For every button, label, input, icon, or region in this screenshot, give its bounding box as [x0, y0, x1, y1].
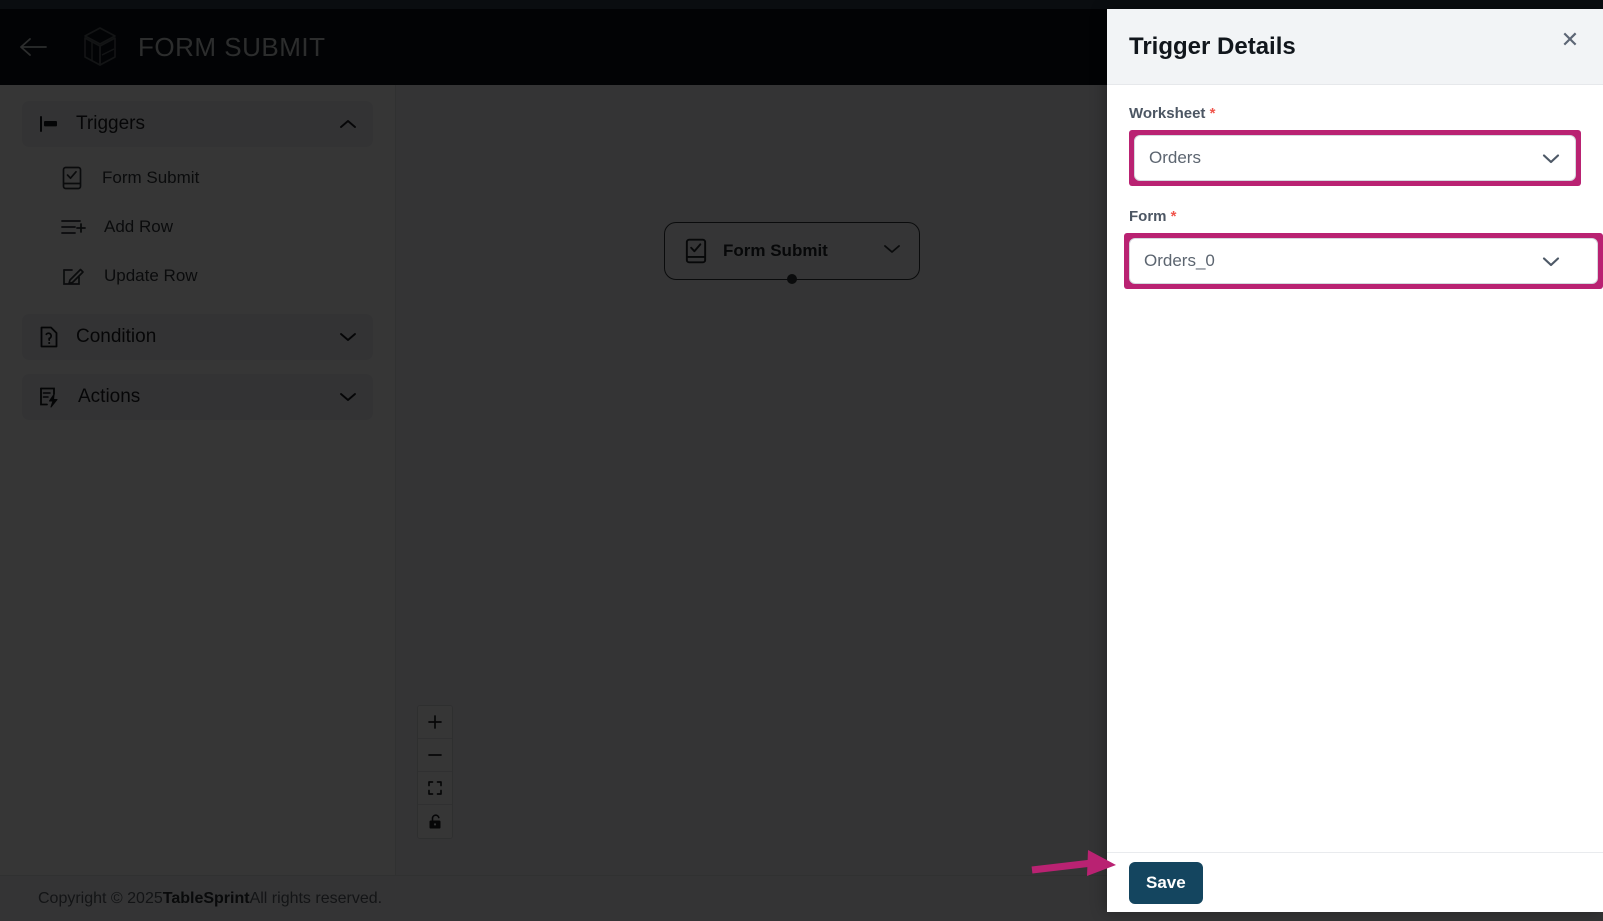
- chevron-down-icon[interactable]: [1541, 251, 1561, 271]
- worksheet-select[interactable]: Orders: [1134, 135, 1576, 181]
- chevron-down-icon[interactable]: [883, 242, 901, 260]
- sidebar-item-label: Update Row: [104, 265, 198, 285]
- connection-dot[interactable]: [787, 274, 797, 284]
- sidebar-group-triggers: Triggers Form Submit Add Row Update Row: [22, 101, 373, 300]
- canvas-node-form-submit[interactable]: Form Submit: [664, 222, 920, 284]
- sidebar-item-add-row[interactable]: Add Row: [22, 202, 373, 251]
- sidebar: Triggers Form Submit Add Row Update Row …: [0, 85, 396, 921]
- field-worksheet: Worksheet * Orders: [1129, 105, 1581, 186]
- label-text: Worksheet: [1129, 105, 1206, 122]
- sidebar-item-label: Add Row: [104, 216, 173, 236]
- page-title: FORM SUBMIT: [138, 31, 326, 62]
- zoom-in-button[interactable]: [418, 706, 452, 739]
- browser-top-strip: [0, 0, 1603, 9]
- sidebar-group-header-triggers[interactable]: Triggers: [22, 101, 373, 147]
- footer-prefix: Copyright © 2025: [38, 889, 163, 907]
- drawer-footer: Save: [1107, 852, 1603, 912]
- back-button[interactable]: [12, 25, 56, 69]
- lock-toggle-button[interactable]: [418, 805, 452, 838]
- form-submit-icon: [62, 166, 82, 189]
- fit-view-icon: [428, 781, 442, 795]
- sidebar-group-label: Actions: [78, 386, 141, 407]
- cube-logo-icon: [80, 26, 120, 68]
- lock-open-icon: [429, 814, 441, 829]
- highlight-box-form: Orders_0: [1124, 233, 1603, 289]
- sidebar-item-form-submit[interactable]: Form Submit: [22, 153, 373, 202]
- close-icon[interactable]: ✕: [1557, 27, 1583, 53]
- field-label-form: Form *: [1129, 208, 1581, 225]
- label-text: Form: [1129, 208, 1167, 225]
- sidebar-item-label: Form Submit: [102, 167, 200, 187]
- trigger-flag-icon: [40, 116, 57, 132]
- sidebar-group-label: Triggers: [76, 113, 145, 134]
- drawer-body: Worksheet * Orders Form * Orders_0: [1107, 85, 1603, 852]
- form-submit-icon: [685, 238, 707, 264]
- chevron-up-icon[interactable]: [339, 115, 357, 133]
- add-row-icon: [61, 219, 86, 234]
- required-asterisk: *: [1170, 208, 1177, 225]
- chevron-down-icon[interactable]: [339, 388, 357, 406]
- save-button[interactable]: Save: [1129, 861, 1203, 904]
- drawer-title: Trigger Details: [1129, 32, 1296, 60]
- actions-lightning-doc-icon: [40, 387, 58, 408]
- chevron-down-icon[interactable]: [1541, 148, 1561, 168]
- update-row-icon: [63, 268, 84, 285]
- condition-question-doc-icon: [40, 326, 58, 348]
- worksheet-select-value: Orders: [1149, 148, 1201, 167]
- highlight-box-worksheet: Orders: [1129, 130, 1581, 186]
- plus-icon: [428, 715, 442, 729]
- sidebar-group-actions: Actions: [22, 374, 373, 420]
- canvas-controls: [417, 705, 453, 839]
- required-asterisk: *: [1209, 105, 1216, 122]
- footer-brand: TableSprint: [162, 889, 250, 907]
- canvas-node-label: Form Submit: [723, 241, 828, 260]
- minus-icon: [428, 754, 442, 756]
- arrow-left-icon: [20, 38, 47, 56]
- form-select[interactable]: Orders_0: [1129, 238, 1598, 284]
- sidebar-group-header-actions[interactable]: Actions: [22, 374, 373, 420]
- trigger-details-drawer: Trigger Details ✕ Worksheet * Orders For…: [1107, 9, 1603, 912]
- sidebar-group-condition: Condition: [22, 314, 373, 360]
- chevron-down-icon[interactable]: [339, 328, 357, 346]
- fit-view-button[interactable]: [418, 772, 452, 805]
- field-form: Form * Orders_0: [1124, 208, 1603, 289]
- screen-root: FORM SUBMIT Triggers Form Submit Add Row…: [0, 0, 1603, 921]
- field-label-worksheet: Worksheet *: [1129, 105, 1581, 122]
- sidebar-item-update-row[interactable]: Update Row: [22, 251, 373, 300]
- form-select-value: Orders_0: [1144, 251, 1215, 270]
- sidebar-group-label: Condition: [76, 326, 157, 347]
- footer-suffix: All rights reserved.: [249, 889, 383, 907]
- sidebar-group-header-condition[interactable]: Condition: [22, 314, 373, 360]
- drawer-header: Trigger Details ✕: [1107, 9, 1603, 85]
- zoom-out-button[interactable]: [418, 739, 452, 772]
